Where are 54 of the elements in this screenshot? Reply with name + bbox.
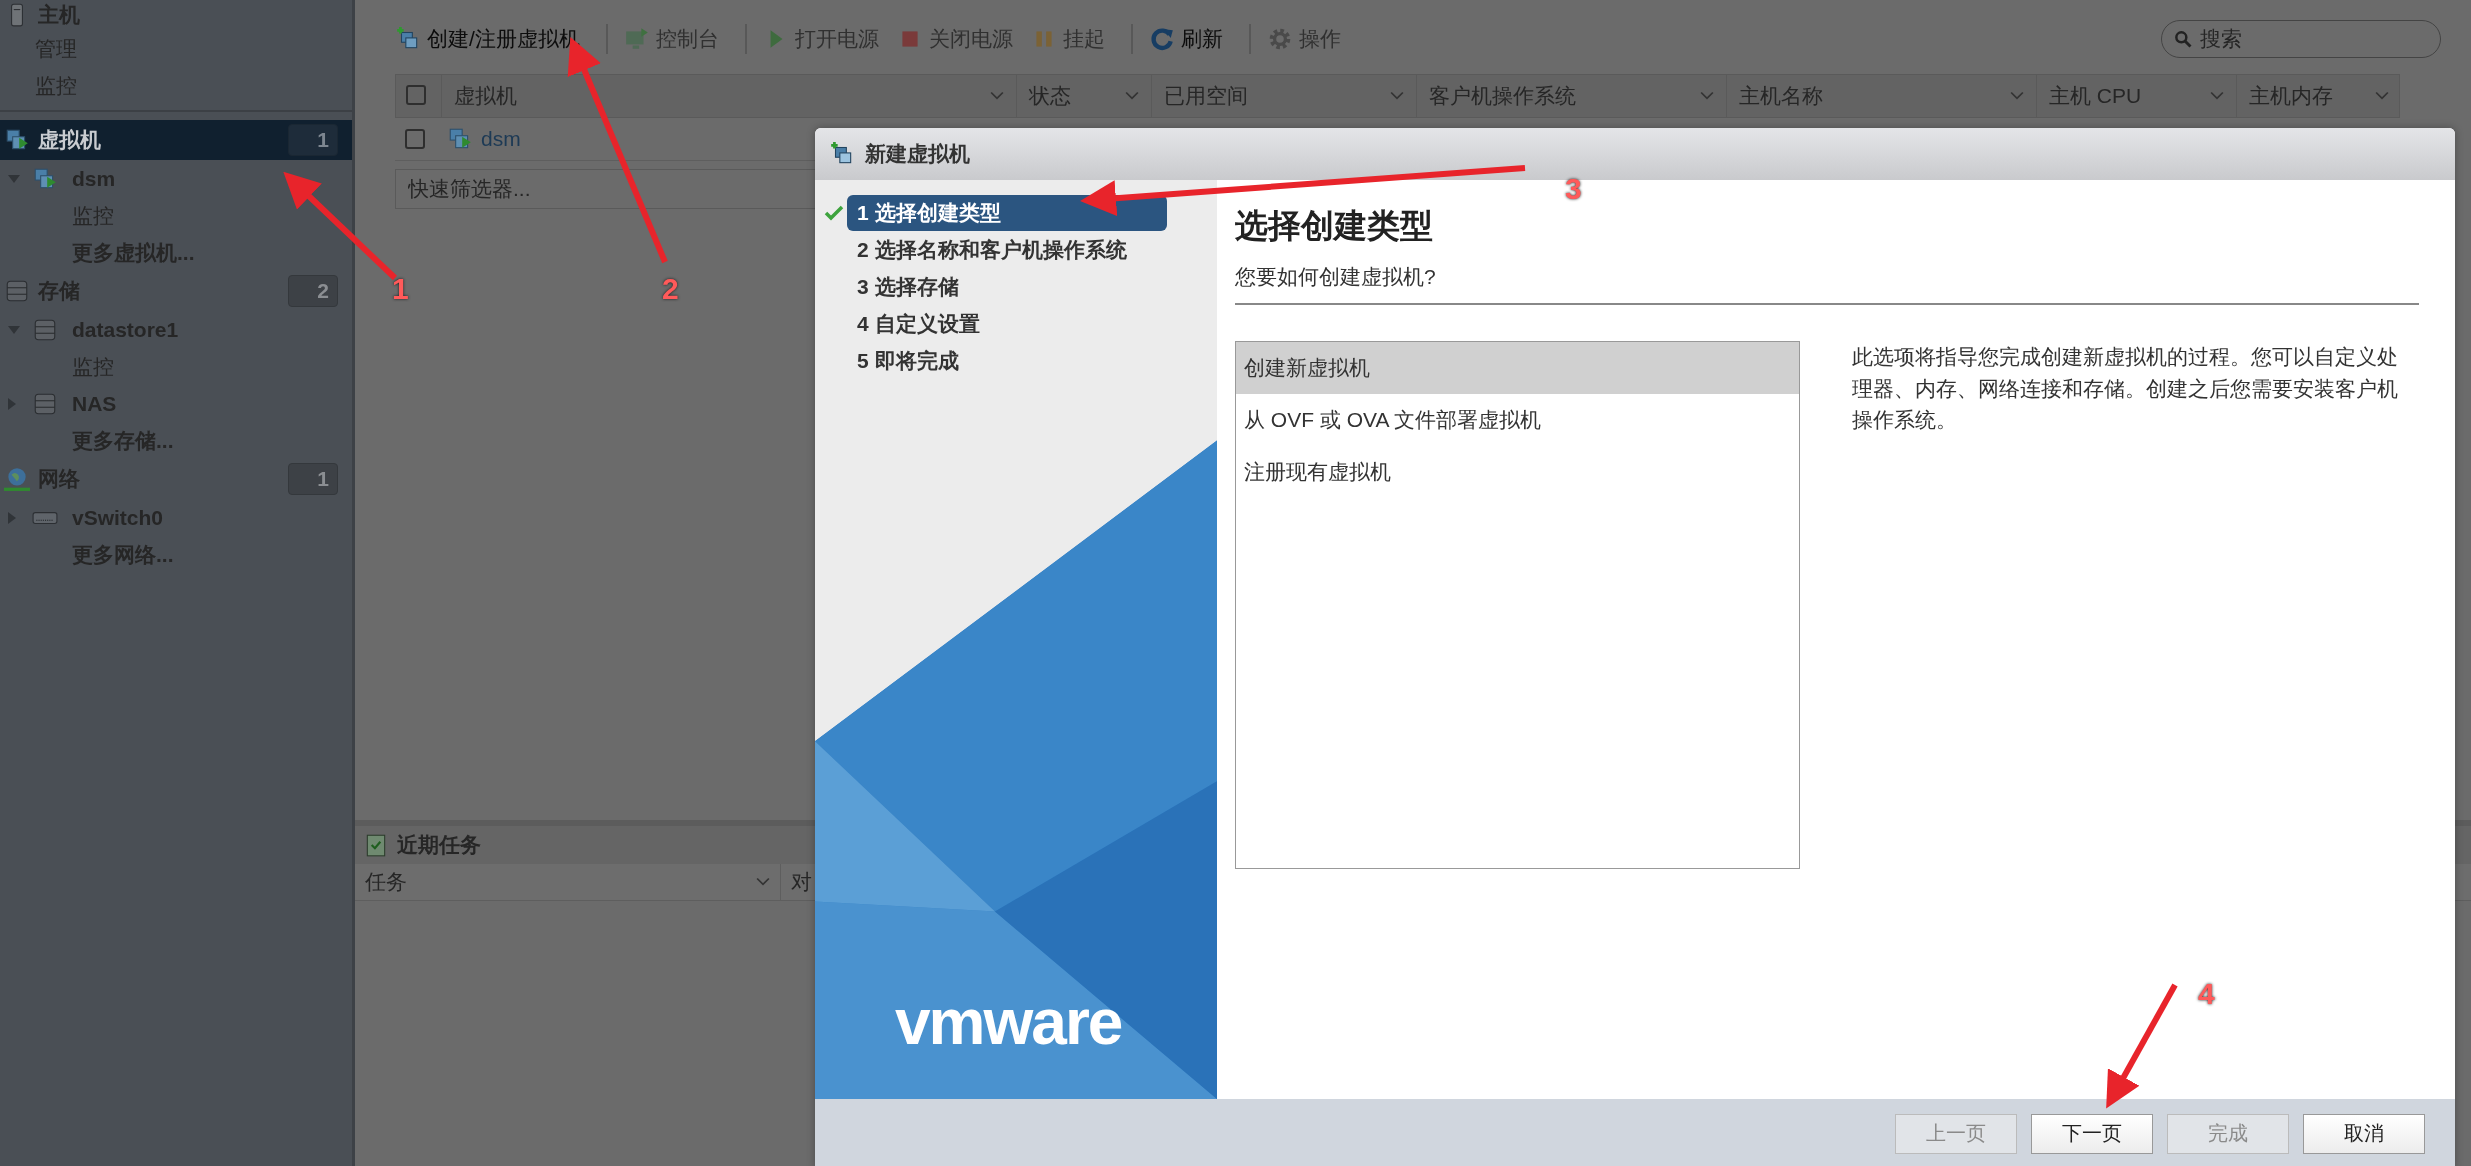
- monitor-icon: [623, 26, 650, 52]
- page-heading: 选择创建类型: [1235, 206, 1434, 246]
- description-text: 此选项将指导您完成创建新虚拟机的过程。您可以自定义处理器、内存、网络连接和存储。创建之后您需要安装客户机操作系统。: [1852, 344, 2399, 433]
- wizard-step[interactable]: 3 选择存储: [847, 268, 1167, 305]
- column-header[interactable]: 客户机操作系统: [1416, 75, 1726, 117]
- logo: vmware: [895, 985, 1122, 1059]
- section-header[interactable]: 虚拟机 1: [0, 120, 352, 160]
- database-icon: [4, 278, 30, 304]
- expander-icon[interactable]: [8, 325, 20, 334]
- wizard-step[interactable]: 2 选择名称和客户机操作系统: [847, 231, 1167, 268]
- toolbar-button[interactable]: 刷新: [1148, 25, 1233, 53]
- list-option[interactable]: 从 OVF 或 OVA 文件部署虚拟机: [1236, 394, 1799, 446]
- search-icon: [2173, 29, 2193, 49]
- chevron-down-icon: [1390, 91, 1404, 101]
- column-header[interactable]: 虚拟机: [441, 75, 1016, 117]
- question-text: 您要如何创建虚拟机?: [1235, 264, 1437, 290]
- globe-icon: [4, 466, 30, 492]
- wizard-step[interactable]: 5 即将完成: [847, 342, 1167, 379]
- chevron-down-icon: [1700, 91, 1714, 101]
- column-header[interactable]: 主机名称: [1726, 75, 2036, 117]
- wizard-step[interactable]: 1 选择创建类型: [847, 194, 1167, 231]
- list-option[interactable]: 创建新虚拟机: [1236, 342, 1799, 394]
- expander-icon[interactable]: [8, 397, 16, 410]
- wizard-step[interactable]: 4 自定义设置: [847, 305, 1167, 342]
- annotation-number: 3: [1565, 172, 1582, 206]
- checkbox[interactable]: [406, 85, 426, 105]
- chevron-down-icon: [2375, 91, 2389, 101]
- wizard-button[interactable]: 下一页: [2031, 1113, 2153, 1154]
- column-header[interactable]: 主机 CPU: [2036, 75, 2236, 117]
- vm-link[interactable]: dsm: [481, 127, 521, 151]
- count-badge: 1: [288, 124, 338, 156]
- list-option[interactable]: 注册现有虚拟机: [1236, 446, 1799, 498]
- search-field[interactable]: 搜索: [2161, 20, 2441, 58]
- wizard-button[interactable]: 取消: [2303, 1113, 2425, 1154]
- annotation-number: 2: [662, 272, 679, 306]
- refresh-icon: [1148, 26, 1175, 52]
- column-header[interactable]: 状态: [1016, 75, 1151, 117]
- count-badge: 2: [288, 275, 338, 307]
- chevron-down-icon: [1125, 91, 1139, 101]
- column-header[interactable]: 主机内存: [2236, 75, 2401, 117]
- chevron-down-icon: [756, 877, 770, 887]
- chevron-down-icon: [990, 91, 1004, 101]
- chevron-down-icon: [2210, 91, 2224, 101]
- column-header[interactable]: 任务: [355, 864, 781, 900]
- expander-icon[interactable]: [8, 174, 20, 183]
- checkbox[interactable]: [405, 129, 425, 149]
- annotation-number: 4: [2198, 977, 2215, 1011]
- panel-title: 近期任务: [397, 832, 481, 858]
- column-header[interactable]: 已用空间: [1151, 75, 1416, 117]
- expander-icon[interactable]: [8, 511, 16, 524]
- chevron-down-icon: [2010, 91, 2024, 101]
- dialog-title: 新建虚拟机: [865, 141, 970, 167]
- count-badge: 1: [288, 463, 338, 495]
- annotation-number: 1: [392, 272, 409, 306]
